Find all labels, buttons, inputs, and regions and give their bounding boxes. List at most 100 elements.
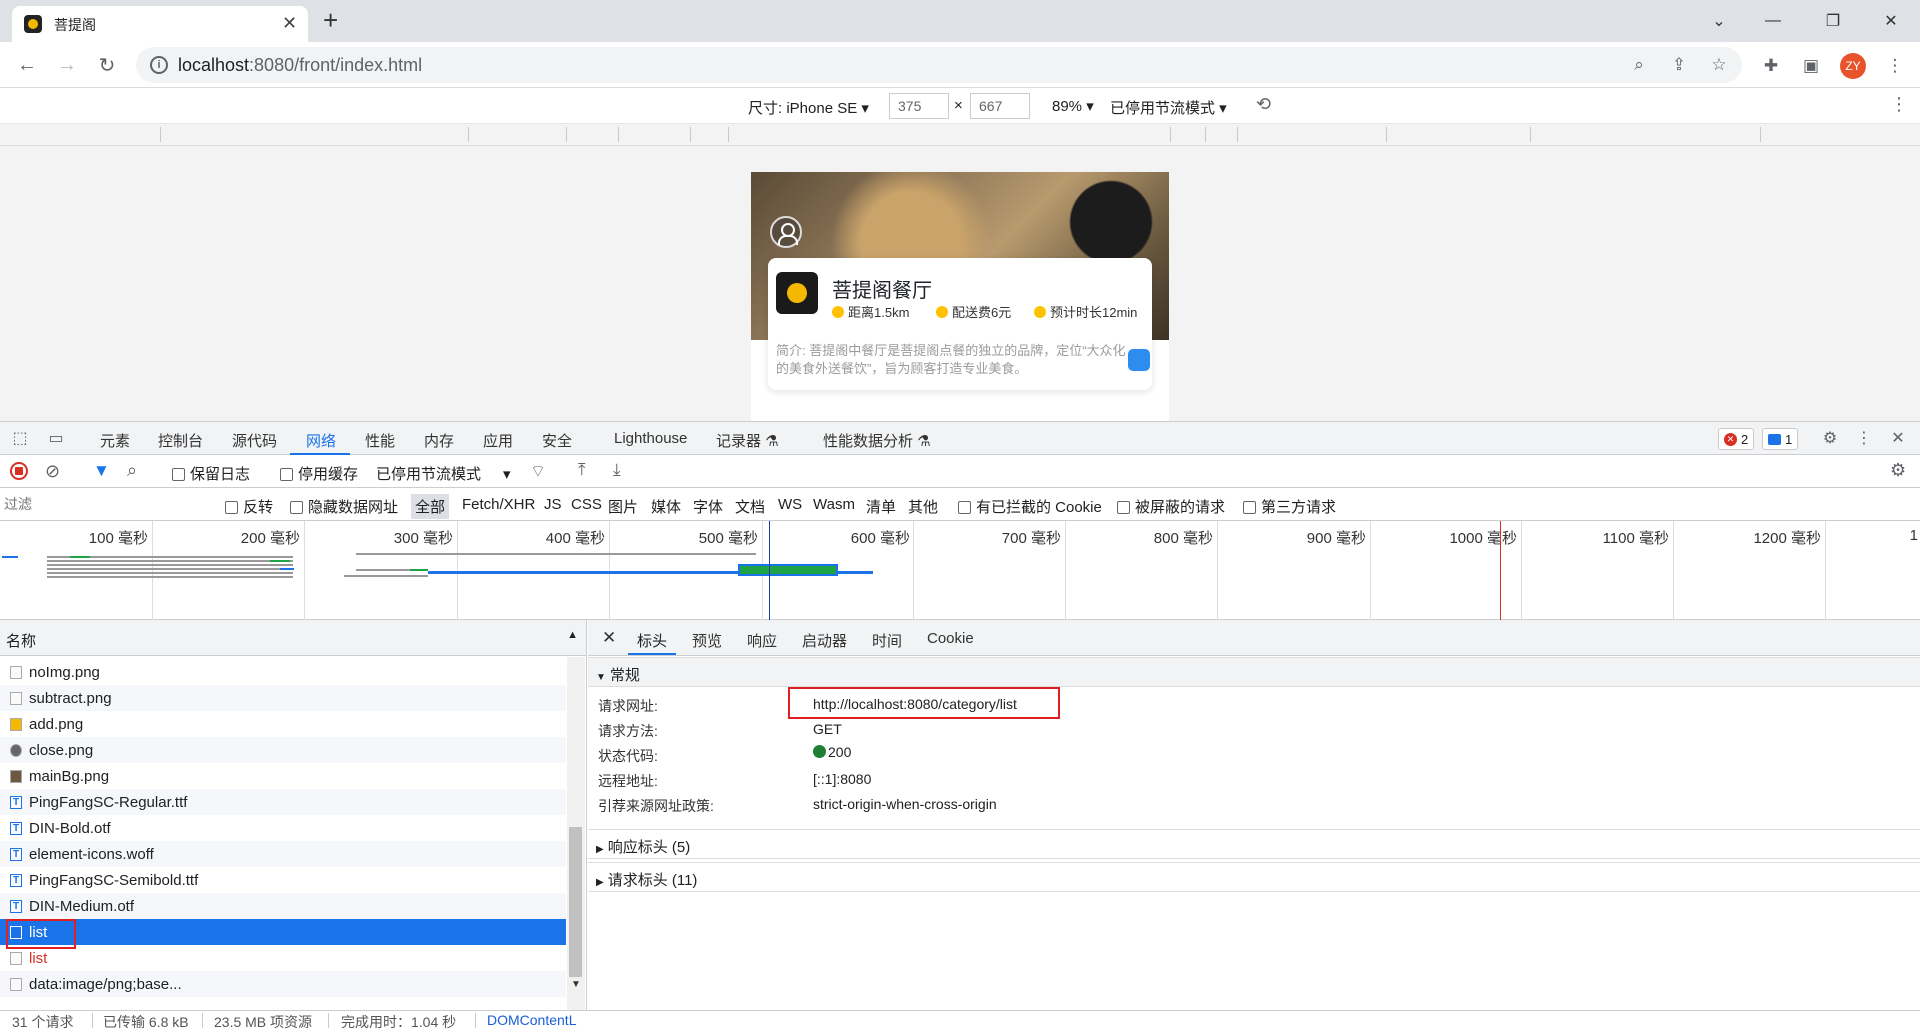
request-row[interactable]: Telement-icons.woff <box>0 841 566 867</box>
new-tab-button[interactable]: + <box>323 6 338 34</box>
blocked-cookies-checkbox[interactable]: 有已拦截的 Cookie <box>958 496 1102 517</box>
tab-elements[interactable]: 元素 <box>100 430 130 451</box>
filter-type-img[interactable]: 图片 <box>608 496 638 517</box>
reload-icon[interactable]: ↻ <box>92 50 122 80</box>
network-overview-timeline[interactable]: 100 毫秒 200 毫秒 300 毫秒 400 毫秒 500 毫秒 600 毫… <box>0 521 1920 620</box>
share-icon[interactable]: ⇪ <box>1668 54 1690 76</box>
third-party-checkbox[interactable]: 第三方请求 <box>1243 496 1336 517</box>
device-menu-kebab-icon[interactable]: ⋮ <box>1890 94 1908 115</box>
message-count-badge[interactable]: 1 <box>1762 428 1799 450</box>
filter-type-font[interactable]: 字体 <box>693 496 723 517</box>
request-row[interactable]: subtract.png <box>0 685 566 711</box>
user-icon[interactable] <box>770 216 802 248</box>
filter-input[interactable] <box>4 493 210 515</box>
inspect-element-icon[interactable]: ⬚ <box>10 429 30 449</box>
menu-kebab-icon[interactable]: ⋮ <box>1884 55 1906 77</box>
invert-checkbox[interactable]: 反转 <box>225 496 273 517</box>
bookmark-star-icon[interactable]: ☆ <box>1708 54 1730 76</box>
settings-gear-icon[interactable]: ⚙ <box>1820 429 1840 449</box>
filter-icon[interactable]: ▼ <box>93 461 110 481</box>
device-dimensions-dropdown[interactable]: 尺寸: iPhone SE ▾ <box>748 97 869 118</box>
tab-cookies[interactable]: Cookie <box>927 630 974 647</box>
zoom-icon[interactable]: ⌕ <box>1628 54 1650 76</box>
throttle-dropdown[interactable]: 已停用节流模式 ▾ <box>1110 97 1227 118</box>
clear-icon[interactable]: ⊘ <box>45 461 60 482</box>
filter-type-manifest[interactable]: 清单 <box>866 496 896 517</box>
request-row-error[interactable]: list <box>0 945 566 971</box>
request-row[interactable]: T DIN-Medium.otf <box>0 893 566 919</box>
request-row-selected[interactable]: list <box>0 919 566 945</box>
general-section-header[interactable]: ▼ 常规 <box>588 657 1920 687</box>
error-count-badge[interactable]: ✕ 2 <box>1718 428 1755 450</box>
request-row[interactable]: mainBg.png <box>0 763 566 789</box>
filter-type-wasm[interactable]: Wasm <box>813 496 855 513</box>
search-icon[interactable]: ⌕ <box>127 460 137 481</box>
request-row[interactable]: noImg.png <box>0 659 566 685</box>
tab-performance[interactable]: 性能 <box>365 430 395 451</box>
filter-type-css[interactable]: CSS <box>571 496 602 513</box>
scrollbar-thumb[interactable] <box>569 827 582 977</box>
tab-response[interactable]: 响应 <box>747 630 777 651</box>
profile-avatar[interactable]: ZY <box>1840 53 1866 79</box>
tab-network[interactable]: 网络 <box>306 430 336 451</box>
scroll-down-icon[interactable]: ▼ <box>571 979 581 990</box>
tab-preview[interactable]: 预览 <box>692 630 722 651</box>
device-height-input[interactable]: 667 <box>970 93 1030 119</box>
browser-tab[interactable]: 菩提阁 ✕ <box>12 6 308 42</box>
minimize-button[interactable]: — <box>1746 6 1800 36</box>
response-headers-section-header[interactable]: ▶ 响应标头 (5) <box>588 829 1920 859</box>
network-conditions-icon[interactable]: ⌔ <box>530 461 546 482</box>
extensions-icon[interactable]: ✚ <box>1760 55 1782 77</box>
blocked-requests-checkbox[interactable]: 被屏蔽的请求 <box>1117 496 1225 517</box>
tab-memory[interactable]: 内存 <box>424 430 454 451</box>
name-column-header[interactable]: 名称 ▲ <box>0 620 586 656</box>
close-tab-icon[interactable]: ✕ <box>282 13 297 33</box>
disable-cache-checkbox[interactable]: 停用缓存 <box>280 463 358 484</box>
restore-button[interactable]: ❐ <box>1806 6 1860 36</box>
network-throttle-dropdown[interactable]: 已停用节流模式 ▾ <box>376 463 511 484</box>
request-list-scrollbar[interactable]: ▼ <box>567 657 585 1010</box>
export-har-icon[interactable]: ⤓ <box>613 460 621 480</box>
chat-icon[interactable] <box>1128 349 1150 371</box>
tab-search-chevron-icon[interactable]: ⌄ <box>1692 6 1746 36</box>
side-panel-icon[interactable]: ▣ <box>1800 55 1822 77</box>
tab-recorder[interactable]: 记录器 ⚗ <box>716 430 779 451</box>
network-settings-gear-icon[interactable]: ⚙ <box>1890 460 1906 481</box>
filter-type-doc[interactable]: 文档 <box>735 496 765 517</box>
filter-type-js[interactable]: JS <box>544 496 562 513</box>
rotate-icon[interactable]: ⟲ <box>1256 94 1271 115</box>
device-toggle-icon[interactable]: ▭ <box>46 429 66 449</box>
tab-performance-insights[interactable]: 性能数据分析 ⚗ <box>823 430 931 451</box>
hide-data-urls-checkbox[interactable]: 隐藏数据网址 <box>290 496 398 517</box>
filter-type-fetch-xhr[interactable]: Fetch/XHR <box>462 496 535 513</box>
tab-application[interactable]: 应用 <box>483 430 513 451</box>
record-stop-icon[interactable] <box>10 462 28 480</box>
tab-headers[interactable]: 标头 <box>637 630 667 651</box>
filter-type-other[interactable]: 其他 <box>908 496 938 517</box>
close-detail-icon[interactable]: ✕ <box>602 628 616 648</box>
request-row[interactable]: close.png <box>0 737 566 763</box>
request-headers-section-header[interactable]: ▶ 请求标头 (11) <box>588 862 1920 892</box>
filter-type-media[interactable]: 媒体 <box>651 496 681 517</box>
zoom-dropdown[interactable]: 89% ▾ <box>1052 97 1094 115</box>
tab-sources[interactable]: 源代码 <box>232 430 277 451</box>
tab-timing[interactable]: 时间 <box>872 630 902 651</box>
preserve-log-checkbox[interactable]: 保留日志 <box>172 463 250 484</box>
tab-lighthouse[interactable]: Lighthouse <box>614 430 687 447</box>
devtools-menu-kebab-icon[interactable]: ⋮ <box>1854 429 1874 449</box>
back-arrow-icon[interactable]: ← <box>12 50 42 80</box>
request-row[interactable]: T PingFangSC-Regular.ttf <box>0 789 566 815</box>
request-row[interactable]: T DIN-Bold.otf <box>0 815 566 841</box>
request-row[interactable]: T PingFangSC-Semibold.ttf <box>0 867 566 893</box>
filter-type-ws[interactable]: WS <box>778 496 802 513</box>
site-info-icon[interactable]: i <box>150 56 168 74</box>
address-bar[interactable]: i localhost:8080/front/index.html ⌕ ⇪ ☆ <box>136 47 1742 83</box>
filter-type-all[interactable]: 全部 <box>411 494 450 519</box>
tab-console[interactable]: 控制台 <box>158 430 203 451</box>
request-row[interactable]: add.png <box>0 711 566 737</box>
request-row[interactable]: data:image/png;base... <box>0 971 566 997</box>
tab-initiator[interactable]: 启动器 <box>802 630 847 651</box>
close-window-button[interactable]: ✕ <box>1864 6 1918 36</box>
tab-security[interactable]: 安全 <box>542 430 572 451</box>
import-har-icon[interactable]: ⤒ <box>578 460 586 480</box>
